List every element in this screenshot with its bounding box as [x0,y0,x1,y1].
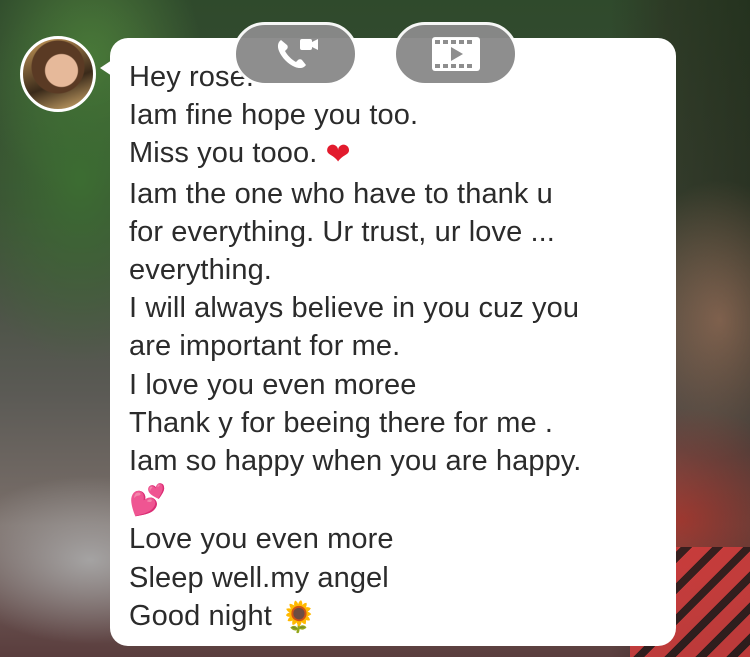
sunflower-icon: 🌻 [280,600,318,634]
message-line: Good night 🌻 [129,599,318,634]
red-heart-icon: ❤ [325,138,351,172]
message-line: 💕 [129,480,658,520]
message-line: Hey rose. [129,61,254,93]
message-line: Iam the one who have to thank u [129,177,553,210]
message-line: Love you even more [129,523,394,556]
phone-call-icon [272,34,320,74]
message-line: are important for me. [129,330,401,363]
message-line: Iam so happy when you are happy. [129,445,582,478]
message-bubble[interactable]: Hey rose. Iam fine hope you too. Miss yo… [110,38,676,646]
video-call-button[interactable] [393,22,518,86]
message-line: I will always believe in you cuz you [129,292,580,325]
sender-avatar[interactable] [20,36,96,112]
voice-call-button[interactable] [233,22,358,86]
message-line: Thank y for beeing there for me . [129,406,554,439]
message-line: Sleep well.my angel [129,561,389,594]
two-hearts-icon: 💕 [129,484,167,518]
film-play-icon [430,34,482,74]
message-line: for everything. Ur trust, ur love ... [129,215,555,248]
message-line: Miss you tooo. ❤ [129,137,351,172]
message-line: Iam fine hope you too. [129,99,419,132]
message-line: everything. [129,254,272,287]
message-line: I love you even moree [129,368,417,401]
